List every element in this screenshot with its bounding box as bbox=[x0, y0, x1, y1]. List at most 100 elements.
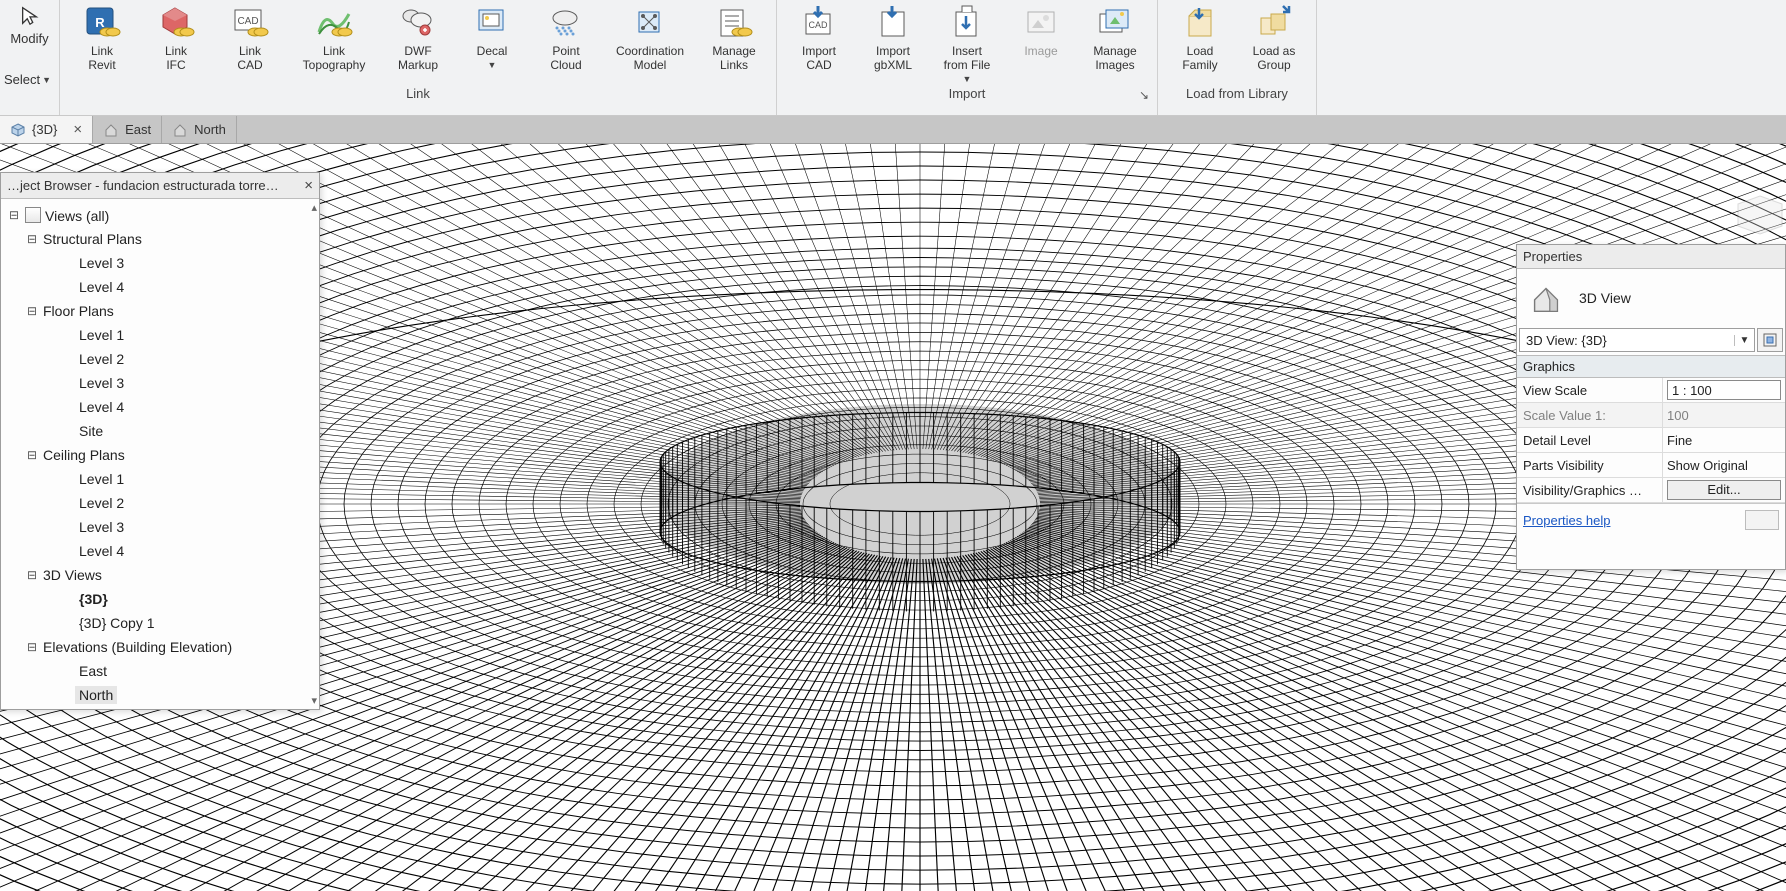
apply-button[interactable] bbox=[1745, 510, 1779, 530]
manage-images[interactable]: ManageImages bbox=[1079, 2, 1151, 86]
properties-title[interactable]: Properties bbox=[1517, 245, 1785, 269]
ribbon-item-label: Link bbox=[91, 44, 113, 58]
tree-node[interactable]: •Level 4 bbox=[3, 395, 319, 419]
tree-node-label: Level 3 bbox=[75, 374, 128, 392]
ribbon-item-label: Group bbox=[1257, 58, 1290, 72]
expander-icon[interactable]: ⊟ bbox=[25, 640, 39, 654]
ribbon-left-column: Modify Select ▼ bbox=[0, 0, 60, 115]
load-group[interactable]: Load asGroup bbox=[1238, 2, 1310, 86]
pcloud-icon bbox=[547, 4, 585, 42]
view-tab-label: North bbox=[194, 122, 226, 137]
ribbon-item-label: Link bbox=[165, 44, 187, 58]
tree-node[interactable]: •East bbox=[3, 659, 319, 683]
tree-node[interactable]: ⊟3D Views bbox=[3, 563, 319, 587]
tree-node[interactable]: ⊟Views (all) bbox=[3, 203, 319, 227]
tab-east[interactable]: East bbox=[93, 116, 162, 143]
tree-node[interactable]: •Level 3 bbox=[3, 371, 319, 395]
property-row: Visibility/Graphics …Edit... bbox=[1517, 478, 1785, 503]
ribbon-group-caption: Load from Library bbox=[1164, 86, 1310, 104]
tree-node[interactable]: •North bbox=[3, 683, 319, 707]
dwf-markup[interactable]: DWFMarkup bbox=[382, 2, 454, 86]
tree-node[interactable]: ⊟Structural Plans bbox=[3, 227, 319, 251]
expander-icon[interactable]: ⊟ bbox=[7, 208, 21, 222]
link-topo[interactable]: LinkTopography bbox=[288, 2, 380, 86]
chevron-down-icon: ▼ bbox=[42, 75, 51, 85]
dialog-launcher-icon[interactable]: ↘ bbox=[1139, 88, 1149, 102]
tree-node[interactable]: •Level 2 bbox=[3, 491, 319, 515]
impcad-icon: CAD bbox=[800, 4, 838, 42]
property-edit-button[interactable]: Edit... bbox=[1667, 480, 1781, 500]
ribbon-item-label: Point bbox=[552, 44, 579, 58]
property-value[interactable]: Show Original bbox=[1667, 458, 1748, 473]
import-cad[interactable]: CADImportCAD bbox=[783, 2, 855, 86]
tree-node-label: {3D} bbox=[75, 590, 112, 608]
project-browser-title[interactable]: …ject Browser - fundacion estructurada t… bbox=[1, 173, 319, 199]
tree-node[interactable]: •Site bbox=[3, 419, 319, 443]
tree-node[interactable]: ⊟Elevations (Building Elevation) bbox=[3, 635, 319, 659]
expander-icon[interactable]: ⊟ bbox=[25, 448, 39, 462]
tree-node[interactable]: •Level 4 bbox=[3, 275, 319, 299]
tree-node[interactable]: ⊟Floor Plans bbox=[3, 299, 319, 323]
tree-node[interactable]: •Level 1 bbox=[3, 467, 319, 491]
property-value: 100 bbox=[1667, 408, 1689, 423]
import-gbxml[interactable]: ImportgbXML bbox=[857, 2, 929, 86]
close-icon[interactable]: × bbox=[73, 121, 82, 138]
tab-north[interactable]: North bbox=[162, 116, 237, 143]
tree-node-label: Level 1 bbox=[75, 326, 128, 344]
coord-model[interactable]: CoordinationModel bbox=[604, 2, 696, 86]
point-cloud[interactable]: PointCloud bbox=[530, 2, 602, 86]
link-cad[interactable]: CADLinkCAD bbox=[214, 2, 286, 86]
expander-icon[interactable]: ⊟ bbox=[25, 232, 39, 246]
svg-text:R: R bbox=[95, 15, 105, 30]
ribbon-group: LoadFamilyLoad asGroupLoad from Library bbox=[1158, 0, 1317, 115]
properties-help-link[interactable]: Properties help bbox=[1523, 513, 1610, 528]
manage-links[interactable]: ManageLinks bbox=[698, 2, 770, 86]
load-family[interactable]: LoadFamily bbox=[1164, 2, 1236, 86]
tree-node[interactable]: •{3D} Copy 1 bbox=[3, 611, 319, 635]
link-ifc[interactable]: LinkIFC bbox=[140, 2, 212, 86]
close-icon[interactable]: × bbox=[304, 177, 313, 194]
property-category-header[interactable]: Graphics bbox=[1517, 355, 1785, 378]
insert-file[interactable]: Insertfrom File▼ bbox=[931, 2, 1003, 86]
mlinks-icon bbox=[715, 4, 753, 42]
tree-node[interactable]: •Level 3 bbox=[3, 515, 319, 539]
image-icon bbox=[1022, 4, 1060, 42]
modify-button[interactable]: Modify bbox=[0, 0, 59, 66]
ribbon-item-label: Links bbox=[720, 58, 748, 72]
scroll-down-icon[interactable]: ▾ bbox=[311, 694, 317, 707]
tree-node[interactable]: •Level 2 bbox=[3, 347, 319, 371]
scroll-up-icon[interactable]: ▴ bbox=[311, 201, 317, 214]
tree-node[interactable]: •Level 3 bbox=[3, 251, 319, 275]
expander-icon[interactable]: ⊟ bbox=[25, 568, 39, 582]
ribbon-item-label: CAD bbox=[237, 58, 262, 72]
ribbon-item-label: Topography bbox=[303, 58, 366, 72]
tree-node[interactable]: •Level 1 bbox=[3, 323, 319, 347]
ribbon-item-label: Images bbox=[1095, 58, 1134, 72]
tree-node-label: Level 3 bbox=[75, 518, 128, 536]
tree-node-label: Structural Plans bbox=[39, 230, 146, 248]
link-revit[interactable]: RLinkRevit bbox=[66, 2, 138, 86]
tree-node-label: Site bbox=[75, 422, 107, 440]
ribbon-item-label: Markup bbox=[398, 58, 438, 72]
ribbon-item-label: Load bbox=[1187, 44, 1214, 58]
view-instance-selector[interactable]: 3D View: {3D} ▼ bbox=[1519, 328, 1755, 352]
edit-type-button[interactable] bbox=[1757, 328, 1783, 352]
properties-title-text: Properties bbox=[1523, 249, 1582, 264]
select-dropdown[interactable]: Select ▼ bbox=[0, 66, 59, 87]
tree-node[interactable]: •South bbox=[3, 707, 319, 709]
tab-3d[interactable]: {3D}× bbox=[0, 116, 93, 143]
property-key: Detail Level bbox=[1517, 428, 1663, 452]
tree-node[interactable]: •{3D} bbox=[3, 587, 319, 611]
ribbon-item-label: Coordination bbox=[616, 44, 684, 58]
tree-node[interactable]: ⊟Ceiling Plans bbox=[3, 443, 319, 467]
property-key: Scale Value 1: bbox=[1517, 403, 1663, 427]
ribbon-group: RLinkRevitLinkIFCCADLinkCADLinkTopograph… bbox=[60, 0, 777, 115]
property-value-input[interactable]: 1 : 100 bbox=[1667, 380, 1781, 400]
tree-node-label: {3D} Copy 1 bbox=[75, 614, 159, 632]
decal[interactable]: Decal▼ bbox=[456, 2, 528, 86]
property-value[interactable]: Fine bbox=[1667, 433, 1692, 448]
expander-icon[interactable]: ⊟ bbox=[25, 304, 39, 318]
property-row: View Scale1 : 100 bbox=[1517, 378, 1785, 403]
tree-node[interactable]: •Level 4 bbox=[3, 539, 319, 563]
mimages-icon bbox=[1096, 4, 1134, 42]
